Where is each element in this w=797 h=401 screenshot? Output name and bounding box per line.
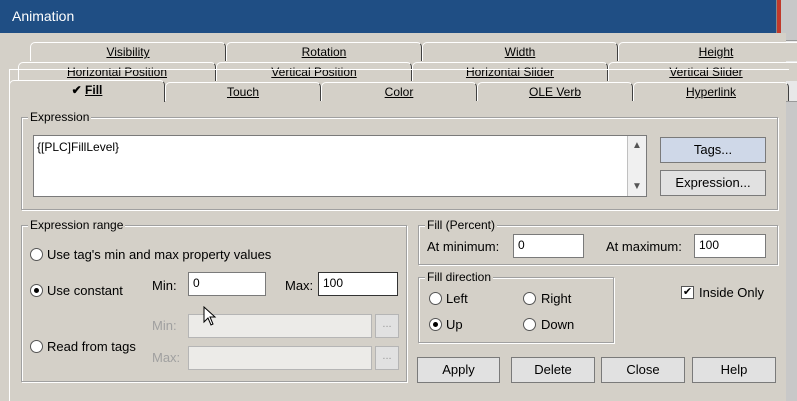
radio-use-constant[interactable]	[30, 284, 43, 297]
tab-visibility[interactable]: Visibility	[30, 42, 226, 61]
radio-down-label: Down	[541, 317, 575, 332]
constant-max-input[interactable]: 100	[318, 272, 398, 296]
at-maximum-input[interactable]: 100	[694, 234, 766, 258]
expression-value: {[PLC]FillLevel}	[37, 140, 120, 154]
expression-button[interactable]: Expression...	[660, 170, 766, 196]
tags-max-label: Max:	[152, 350, 181, 365]
radio-read-from-tags[interactable]	[30, 340, 43, 353]
window-title: Animation	[12, 8, 75, 24]
constant-min-label: Min:	[152, 278, 177, 293]
fill-direction-group: Fill direction	[418, 270, 614, 343]
fill-direction-group-label: Fill direction	[425, 270, 494, 284]
expression-group-label: Expression	[28, 110, 92, 124]
constant-min-input[interactable]: 0	[188, 272, 266, 296]
radio-tag-minmax-label: Use tag's min and max property values	[47, 247, 272, 262]
scroll-up-icon[interactable]: ▲	[632, 140, 642, 151]
title-bar: Animation	[0, 0, 776, 33]
radio-up[interactable]	[429, 318, 442, 331]
tab-height[interactable]: Height	[618, 42, 797, 61]
scroll-down-icon[interactable]: ▼	[632, 181, 642, 192]
radio-right[interactable]	[523, 292, 536, 305]
close-button[interactable]: Close	[601, 357, 685, 383]
radio-read-from-tags-label: Read from tags	[47, 339, 136, 354]
tab-rotation[interactable]: Rotation	[226, 42, 422, 61]
radio-right-label: Right	[541, 291, 572, 306]
at-maximum-label: At maximum:	[606, 239, 682, 254]
radio-up-label: Up	[446, 317, 463, 332]
tags-button[interactable]: Tags...	[660, 137, 766, 163]
tab-fill[interactable]: ✔ Fill	[9, 80, 165, 102]
window-edge-accent	[777, 0, 781, 33]
active-tab-check-icon: ✔	[71, 83, 82, 97]
radio-tag-minmax[interactable]	[30, 248, 43, 261]
expression-range-group-label: Expression range	[28, 218, 126, 232]
help-button[interactable]: Help	[692, 357, 776, 383]
radio-left[interactable]	[429, 292, 442, 305]
constant-max-label: Max:	[285, 278, 314, 293]
radio-down[interactable]	[523, 318, 536, 331]
at-minimum-label: At minimum:	[427, 239, 500, 254]
radio-use-constant-label: Use constant	[47, 283, 123, 298]
tags-max-input[interactable]	[188, 346, 372, 370]
fill-percent-group-label: Fill (Percent)	[425, 218, 498, 232]
expression-scrollbar[interactable]: ▲ ▼	[627, 136, 646, 196]
expression-textarea[interactable]: {[PLC]FillLevel} ▲ ▼	[33, 135, 647, 197]
tags-min-browse-button[interactable]: ...	[375, 314, 399, 338]
at-minimum-input[interactable]: 0	[513, 234, 584, 258]
delete-button[interactable]: Delete	[511, 357, 595, 383]
apply-button[interactable]: Apply	[417, 357, 500, 383]
tags-max-browse-button[interactable]: ...	[375, 346, 399, 370]
inside-only-checkbox[interactable]: ✔	[681, 286, 694, 299]
radio-left-label: Left	[446, 291, 468, 306]
mouse-cursor-icon	[203, 306, 217, 326]
inside-only-label: Inside Only	[699, 285, 765, 300]
tab-width[interactable]: Width	[422, 42, 618, 61]
tags-min-label: Min:	[152, 318, 177, 333]
